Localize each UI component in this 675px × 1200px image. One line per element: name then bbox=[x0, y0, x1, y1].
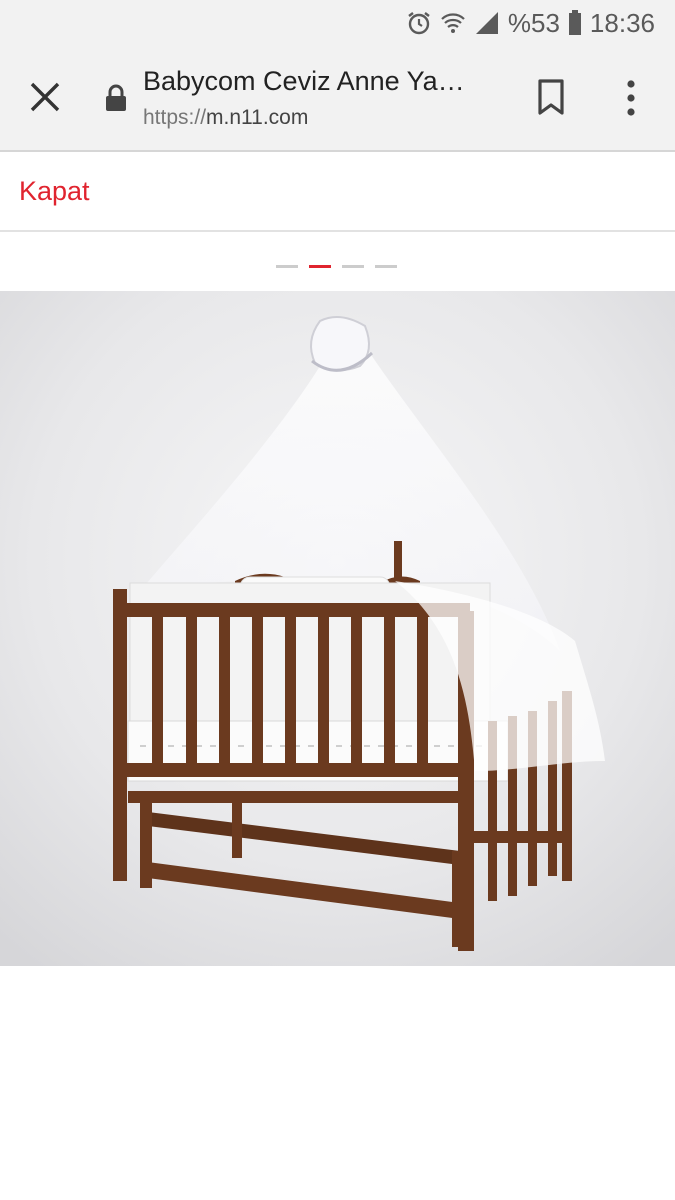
slide-dot-active[interactable] bbox=[309, 265, 331, 268]
slide-dot[interactable] bbox=[276, 265, 298, 268]
url-scheme: https:// bbox=[143, 106, 207, 129]
bookmark-icon[interactable] bbox=[535, 78, 567, 116]
slide-dot[interactable] bbox=[342, 265, 364, 268]
page-title: Babycom Ceviz Anne Ya… bbox=[143, 66, 465, 96]
close-gallery-button[interactable]: Kapat bbox=[19, 176, 90, 207]
wifi-icon bbox=[440, 10, 466, 36]
close-icon[interactable] bbox=[24, 76, 66, 118]
page-url[interactable]: https://m.n11.com bbox=[143, 106, 308, 130]
clock: 18:36 bbox=[589, 7, 655, 38]
alarm-icon bbox=[406, 10, 432, 36]
more-vert-icon[interactable] bbox=[618, 78, 644, 118]
status-bar: %53 18:36 bbox=[0, 0, 675, 46]
lock-icon bbox=[104, 84, 128, 112]
browser-toolbar: Babycom Ceviz Anne Ya… https://m.n11.com bbox=[0, 46, 675, 152]
product-image[interactable] bbox=[0, 291, 675, 966]
slide-dot[interactable] bbox=[375, 265, 397, 268]
slide-indicator bbox=[276, 265, 397, 268]
battery-icon bbox=[568, 10, 582, 36]
gallery-header: Kapat bbox=[0, 152, 675, 232]
url-host: m.n11.com bbox=[206, 106, 309, 129]
signal-icon bbox=[474, 10, 500, 36]
battery-level: %53 bbox=[507, 7, 560, 38]
